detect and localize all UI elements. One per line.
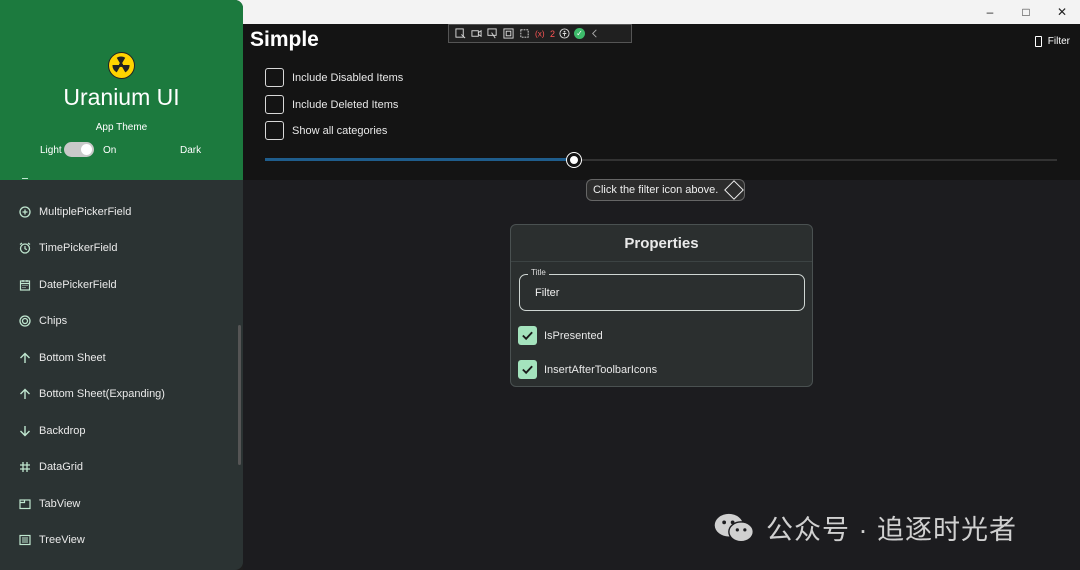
filter-icon	[1034, 36, 1042, 47]
accessibility-icon[interactable]	[558, 28, 571, 39]
partial-nav-icon	[22, 175, 28, 179]
options-area: Simple (x) 2 ✓ Filter Include Disabled I…	[243, 24, 1080, 180]
binding-errors-icon[interactable]: (x)	[534, 28, 547, 39]
include-disabled-checkbox[interactable]: Include Disabled Items	[265, 68, 403, 87]
filter-label: Filter	[1047, 36, 1070, 47]
target-icon	[18, 315, 31, 328]
tooltip-pointer-icon	[724, 180, 745, 200]
theme-switcher: Light On Dark	[40, 142, 220, 158]
checkbox-box[interactable]	[265, 121, 284, 140]
arrow-up-icon	[18, 388, 31, 401]
minimize-button[interactable]: –	[972, 0, 1008, 24]
filter-hint-tooltip: Click the filter icon above.	[586, 179, 746, 201]
nav-item-multiplepickerfield[interactable]: MultiplePickerField	[0, 197, 236, 227]
checkbox-label: IsPresented	[544, 329, 603, 342]
watermark: 公众号 · 追逐时光者	[713, 508, 1017, 547]
light-label: Light	[40, 145, 62, 156]
nav-item-label: Backdrop	[39, 425, 86, 437]
filter-toolbar-button[interactable]: Filter	[1034, 36, 1070, 47]
nav-item-label: Bottom Sheet	[39, 352, 106, 364]
plus-circle-icon	[18, 206, 31, 219]
title-text-field[interactable]: Title Filter	[519, 268, 805, 311]
theme-label: App Theme	[95, 122, 148, 133]
drawer-header: Uranium UI App Theme Light On Dark	[0, 0, 243, 180]
error-count-badge: 2	[550, 28, 556, 39]
nav-item-label: Chips	[39, 315, 68, 327]
check-icon	[522, 365, 533, 375]
arrow-up-icon	[18, 352, 31, 365]
collapse-chevron-icon[interactable]	[588, 28, 601, 39]
nav-item-label: MultiplePickerField	[39, 206, 132, 218]
nav-item-backdrop[interactable]: Backdrop	[0, 416, 236, 446]
record-icon[interactable]	[470, 28, 483, 39]
field-value: Filter	[535, 287, 560, 299]
nav-item-label: TabView	[39, 498, 81, 510]
checkbox-box[interactable]	[265, 68, 284, 87]
layout-adorner-icon[interactable]	[518, 28, 531, 39]
nav-item-chips[interactable]: Chips	[0, 306, 236, 336]
nav-item-label: Bottom Sheet(Expanding)	[39, 388, 165, 400]
checkbox-box[interactable]	[265, 95, 284, 114]
toggle-state-label: On	[103, 145, 117, 156]
slider-thumb[interactable]	[566, 153, 581, 167]
tooltip-text: Click the filter icon above.	[593, 184, 719, 196]
checkbox-label: InsertAfterToolbarIcons	[544, 363, 658, 376]
cursor-icon[interactable]	[486, 28, 499, 39]
radiation-logo-icon	[108, 52, 135, 79]
checkbox-label: Include Disabled Items	[292, 71, 404, 84]
panel-title: Properties	[511, 225, 812, 262]
checkbox-label: Show all categories	[292, 124, 388, 137]
svg-text:(x): (x)	[535, 29, 545, 38]
checkbox-checked[interactable]	[518, 360, 537, 379]
checkbox-label: Include Deleted Items	[292, 98, 399, 111]
frame-icon[interactable]	[502, 28, 515, 39]
nav-item-label: TimePickerField	[39, 242, 118, 254]
include-deleted-checkbox[interactable]: Include Deleted Items	[265, 95, 398, 114]
close-button[interactable]: ✕	[1044, 0, 1080, 24]
main-content: Simple (x) 2 ✓ Filter Include Disabled I…	[243, 24, 1080, 570]
nav-item-datepickerfield[interactable]: DatePickerField	[0, 270, 236, 300]
check-icon	[522, 331, 533, 341]
arrow-down-icon	[18, 425, 31, 438]
alarm-icon	[18, 242, 31, 255]
list-icon	[18, 534, 31, 547]
show-all-categories-checkbox[interactable]: Show all categories	[265, 121, 387, 140]
properties-panel: Properties Title Filter IsPresented Inse…	[510, 224, 813, 387]
nav-item-bottom-sheet[interactable]: Bottom Sheet	[0, 343, 236, 373]
dark-label: Dark	[180, 145, 202, 156]
calendar-icon	[18, 279, 31, 292]
nav-item-bottom-sheet-expanding[interactable]: Bottom Sheet(Expanding)	[0, 379, 236, 409]
nav-item-datagrid[interactable]: DataGrid	[0, 452, 236, 482]
nav-item-label: DataGrid	[39, 461, 84, 473]
value-slider[interactable]	[265, 153, 1057, 167]
app-brand: Uranium UI	[63, 84, 180, 110]
nav-item-timepickerfield[interactable]: TimePickerField	[0, 233, 236, 263]
is-presented-checkbox[interactable]: IsPresented	[518, 326, 603, 345]
drawer-scrollbar[interactable]	[238, 325, 241, 465]
status-ok-icon: ✓	[574, 28, 586, 39]
theme-toggle-switch[interactable]	[64, 142, 94, 157]
nav-item-label: TreeView	[39, 534, 85, 546]
insert-after-toolbar-icons-checkbox[interactable]: InsertAfterToolbarIcons	[518, 360, 657, 379]
wechat-icon	[713, 512, 756, 544]
hash-icon	[18, 461, 31, 474]
field-label: Title	[528, 268, 549, 277]
maximize-button[interactable]: □	[1008, 0, 1044, 24]
page-title: Simple	[250, 28, 319, 51]
xaml-debug-toolbar: (x) 2 ✓	[448, 24, 632, 43]
checkbox-checked[interactable]	[518, 326, 537, 345]
window-controls: – □ ✕	[972, 0, 1080, 24]
watermark-text: 公众号 · 追逐时光者	[766, 515, 1017, 545]
tab-icon	[18, 498, 31, 511]
nav-item-tabview[interactable]: TabView	[0, 489, 236, 519]
select-element-icon[interactable]	[454, 28, 467, 39]
nav-item-label: DatePickerField	[39, 279, 117, 291]
nav-item-treeview[interactable]: TreeView	[0, 525, 236, 555]
slider-fill	[265, 158, 574, 161]
navigation-drawer: Uranium UI App Theme Light On Dark Multi…	[0, 0, 243, 570]
